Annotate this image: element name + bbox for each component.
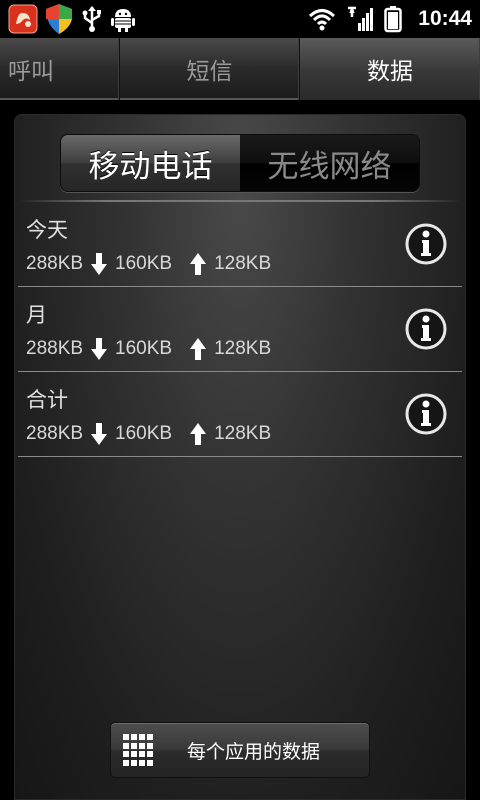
download-usage: 160KB xyxy=(115,338,173,359)
battery-icon xyxy=(384,5,403,33)
tab-sms[interactable]: 短信 xyxy=(120,38,300,100)
row-title: 月 xyxy=(26,303,47,327)
wifi-icon xyxy=(308,7,336,31)
per-app-data-button[interactable]: 每个应用的数据 xyxy=(110,722,370,778)
segment-mobile[interactable]: 移动电话 xyxy=(61,135,240,191)
download-usage: 160KB xyxy=(115,423,173,444)
notification-icons xyxy=(0,3,136,35)
signal-icon xyxy=(346,5,374,33)
system-icons: 10:44 xyxy=(308,0,472,38)
row-stats: 288KB 160KB 128KB xyxy=(26,252,271,276)
tab-bar: 呼叫 短信 数据 xyxy=(0,38,480,100)
usage-row-month[interactable]: 月 288KB 160KB 128KB xyxy=(18,287,462,372)
network-type-toggle: 移动电话 无线网络 xyxy=(60,134,420,192)
info-icon[interactable] xyxy=(404,392,448,436)
status-bar: 10:44 xyxy=(0,0,480,38)
download-arrow-icon xyxy=(91,252,108,276)
segment-wifi[interactable]: 无线网络 xyxy=(240,135,419,191)
per-app-data-label: 每个应用的数据 xyxy=(187,740,321,763)
tab-data[interactable]: 数据 xyxy=(300,38,480,100)
total-usage: 288KB xyxy=(26,423,84,444)
upload-usage: 128KB xyxy=(214,253,272,274)
info-icon[interactable] xyxy=(404,307,448,351)
shield-icon[interactable] xyxy=(44,3,74,35)
usage-row-today[interactable]: 今天 288KB 160KB 128KB xyxy=(18,202,462,287)
grid-icon xyxy=(123,734,155,766)
android-debug-icon xyxy=(110,5,136,33)
upload-arrow-icon xyxy=(190,252,207,276)
row-stats: 288KB 160KB 128KB xyxy=(26,422,271,446)
upload-usage: 128KB xyxy=(214,338,272,359)
upload-usage: 128KB xyxy=(214,423,272,444)
usb-icon xyxy=(80,5,104,33)
row-title: 合计 xyxy=(26,388,68,412)
total-usage: 288KB xyxy=(26,338,84,359)
upload-arrow-icon xyxy=(190,337,207,361)
total-usage: 288KB xyxy=(26,253,84,274)
download-arrow-icon xyxy=(91,422,108,446)
download-arrow-icon xyxy=(91,337,108,361)
row-title: 今天 xyxy=(26,218,68,242)
app-notification-icon[interactable] xyxy=(8,4,38,34)
upload-arrow-icon xyxy=(190,422,207,446)
download-usage: 160KB xyxy=(115,253,173,274)
usage-row-total[interactable]: 合计 288KB 160KB 128KB xyxy=(18,372,462,457)
info-icon[interactable] xyxy=(404,222,448,266)
tab-calls[interactable]: 呼叫 xyxy=(0,38,120,100)
row-stats: 288KB 160KB 128KB xyxy=(26,337,271,361)
clock: 10:44 xyxy=(418,7,472,30)
